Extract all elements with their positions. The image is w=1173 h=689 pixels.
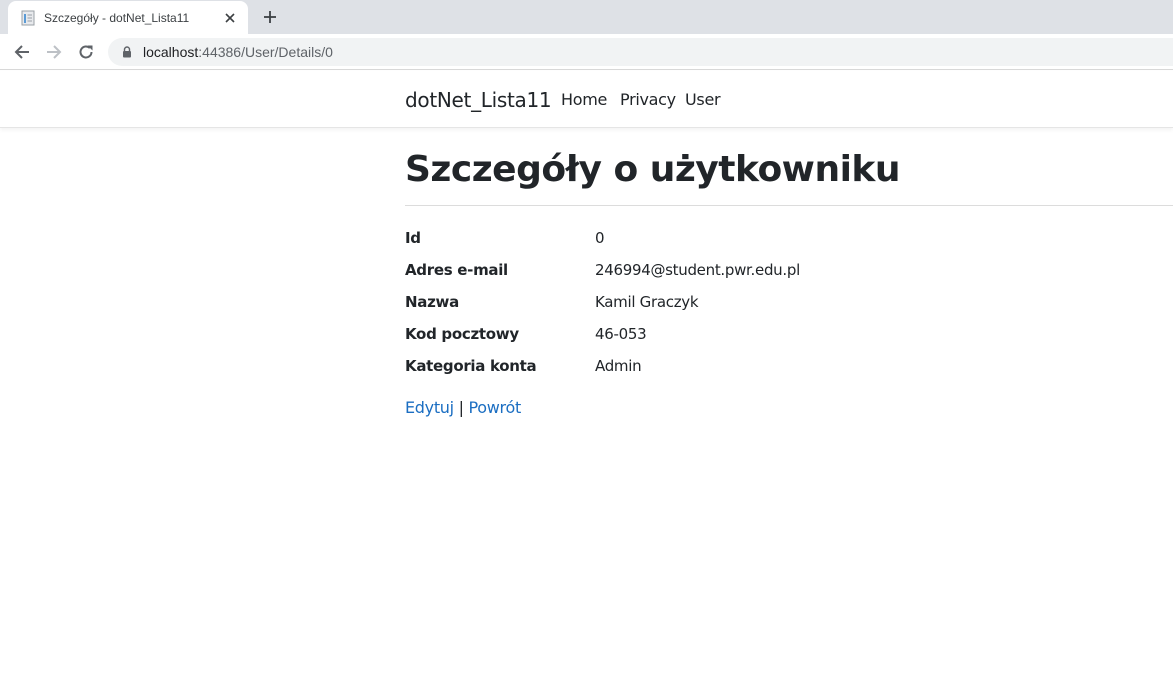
detail-row-account-category: Kategoria konta Admin <box>405 350 1173 382</box>
reload-icon <box>79 45 93 59</box>
arrow-left-icon <box>14 45 29 59</box>
details-list: Id 0 Adres e-mail 246994@student.pwr.edu… <box>405 222 1173 382</box>
detail-row-id: Id 0 <box>405 222 1173 254</box>
brand-link[interactable]: dotNet_Lista11 <box>405 88 552 112</box>
detail-label: Adres e-mail <box>405 261 508 280</box>
page-title: Szczegóły o użytkowniku <box>405 149 900 190</box>
reload-button[interactable] <box>74 40 98 64</box>
link-separator: | <box>458 398 464 418</box>
new-tab-button[interactable] <box>258 6 282 28</box>
address-bar[interactable]: localhost:44386/User/Details/0 <box>108 38 1173 66</box>
action-links: Edytuj | Powrót <box>405 398 1173 417</box>
main-content: Szczegóły o użytkowniku Id 0 Adres e-mai… <box>405 128 1173 417</box>
detail-label: Kod pocztowy <box>405 325 519 344</box>
close-icon[interactable] <box>222 10 238 26</box>
browser-tab[interactable]: Szczegóły - dotNet_Lista11 <box>8 1 248 34</box>
detail-value: 46-053 <box>595 325 647 344</box>
detail-label: Kategoria konta <box>405 357 537 376</box>
nav-link-privacy[interactable]: Privacy <box>620 90 676 109</box>
plus-icon <box>264 11 276 23</box>
divider <box>405 205 1173 207</box>
site-navbar: dotNet_Lista11 Home Privacy User <box>0 71 1173 128</box>
detail-row-name: Nazwa Kamil Graczyk <box>405 286 1173 318</box>
detail-value: Admin <box>595 357 642 376</box>
document-icon <box>20 10 36 26</box>
detail-label: Id <box>405 229 421 248</box>
detail-row-email: Adres e-mail 246994@student.pwr.edu.pl <box>405 254 1173 286</box>
detail-label: Nazwa <box>405 293 459 312</box>
back-link[interactable]: Powrót <box>468 398 521 417</box>
forward-button[interactable] <box>42 40 66 64</box>
detail-row-postal-code: Kod pocztowy 46-053 <box>405 318 1173 350</box>
detail-value: Kamil Graczyk <box>595 293 699 312</box>
arrow-right-icon <box>47 45 62 59</box>
browser-tabstrip: Szczegóły - dotNet_Lista11 <box>0 0 1173 34</box>
edit-link[interactable]: Edytuj <box>405 398 454 417</box>
lock-icon <box>120 45 134 59</box>
url-host: localhost <box>143 44 199 60</box>
nav-link-home[interactable]: Home <box>561 90 607 109</box>
detail-value: 246994@student.pwr.edu.pl <box>595 261 800 280</box>
back-button[interactable] <box>10 40 34 64</box>
url-path: :44386/User/Details/0 <box>198 44 333 60</box>
tab-title: Szczegóły - dotNet_Lista11 <box>44 10 190 25</box>
detail-value: 0 <box>595 229 605 248</box>
nav-link-user[interactable]: User <box>685 90 721 109</box>
browser-toolbar: localhost:44386/User/Details/0 <box>0 34 1173 70</box>
